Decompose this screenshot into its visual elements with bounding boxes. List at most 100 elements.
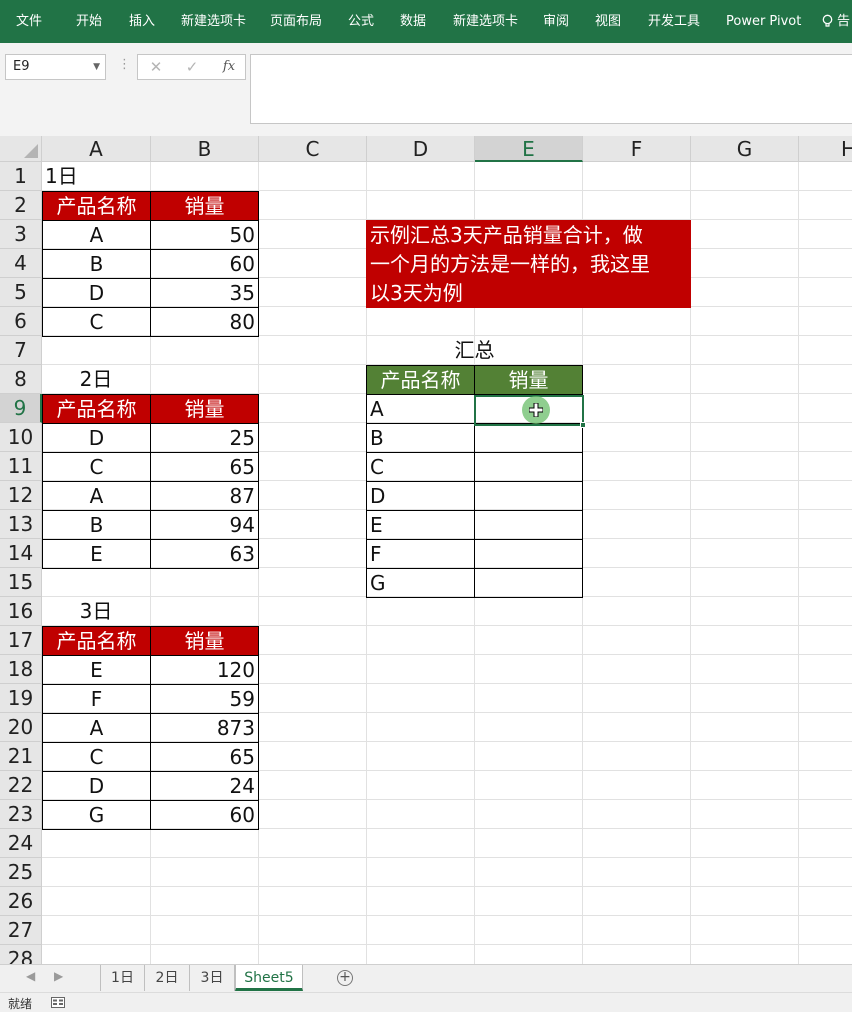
cell-b17-header[interactable]: 销量 bbox=[150, 626, 259, 656]
tab-page-layout[interactable]: 页面布局 bbox=[270, 0, 322, 43]
row-header-3[interactable]: 3 bbox=[0, 220, 42, 249]
cell-a1-day1-label[interactable]: 1日 bbox=[42, 162, 150, 191]
cell-d11[interactable]: C bbox=[366, 452, 475, 482]
cell-a6[interactable]: C bbox=[42, 307, 151, 337]
cell-b5[interactable]: 35 bbox=[150, 278, 259, 308]
row-header-27[interactable]: 27 bbox=[0, 916, 42, 945]
cell-b18[interactable]: 120 bbox=[150, 655, 259, 685]
cell-a4[interactable]: B bbox=[42, 249, 151, 279]
select-all-button[interactable] bbox=[0, 136, 42, 162]
cell-b19[interactable]: 59 bbox=[150, 684, 259, 714]
insert-function-icon[interactable]: fx bbox=[217, 55, 241, 79]
cell-a8-day2-label[interactable]: 2日 bbox=[42, 365, 150, 394]
cell-e15[interactable] bbox=[474, 568, 583, 598]
row-header-7[interactable]: 7 bbox=[0, 336, 42, 365]
cell-d9[interactable]: A bbox=[366, 394, 475, 424]
cell-b12[interactable]: 87 bbox=[150, 481, 259, 511]
row-header-24[interactable]: 24 bbox=[0, 829, 42, 858]
cell-e10[interactable] bbox=[474, 423, 583, 453]
row-header-10[interactable]: 10 bbox=[0, 423, 42, 452]
cell-b2-header[interactable]: 销量 bbox=[150, 191, 259, 221]
cell-e12[interactable] bbox=[474, 481, 583, 511]
cell-e13[interactable] bbox=[474, 510, 583, 540]
enter-icon[interactable]: ✓ bbox=[180, 55, 204, 79]
cell-e8-header[interactable]: 销量 bbox=[474, 365, 583, 395]
row-header-16[interactable]: 16 bbox=[0, 597, 42, 626]
cell-a17-header[interactable]: 产品名称 bbox=[42, 626, 151, 656]
row-header-14[interactable]: 14 bbox=[0, 539, 42, 568]
column-header-g[interactable]: G bbox=[691, 136, 799, 162]
tab-view[interactable]: 视图 bbox=[595, 0, 621, 43]
tab-home[interactable]: 开始 bbox=[76, 0, 102, 43]
cell-a9-header[interactable]: 产品名称 bbox=[42, 394, 151, 424]
cell-b4[interactable]: 60 bbox=[150, 249, 259, 279]
cell-b20[interactable]: 873 bbox=[150, 713, 259, 743]
sheet-nav-prev-icon[interactable]: ◀ bbox=[26, 969, 35, 983]
cell-a22[interactable]: D bbox=[42, 771, 151, 801]
cell-b13[interactable]: 94 bbox=[150, 510, 259, 540]
tell-me[interactable]: 告 bbox=[822, 0, 850, 43]
sheet-tab-day2[interactable]: 2日 bbox=[145, 965, 190, 991]
tab-file[interactable]: 文件 bbox=[16, 0, 42, 43]
tab-insert[interactable]: 插入 bbox=[129, 0, 155, 43]
chevron-down-icon[interactable]: ▼ bbox=[93, 55, 100, 79]
column-header-a[interactable]: A bbox=[42, 136, 151, 162]
formula-input[interactable] bbox=[250, 54, 852, 124]
row-header-23[interactable]: 23 bbox=[0, 800, 42, 829]
column-header-b[interactable]: B bbox=[151, 136, 259, 162]
cell-a21[interactable]: C bbox=[42, 742, 151, 772]
cell-a19[interactable]: F bbox=[42, 684, 151, 714]
row-header-8[interactable]: 8 bbox=[0, 365, 42, 394]
column-header-c[interactable]: C bbox=[259, 136, 367, 162]
cancel-icon[interactable]: ✕ bbox=[144, 55, 168, 79]
row-header-19[interactable]: 19 bbox=[0, 684, 42, 713]
row-header-6[interactable]: 6 bbox=[0, 307, 42, 336]
cell-a20[interactable]: A bbox=[42, 713, 151, 743]
cell-a14[interactable]: E bbox=[42, 539, 151, 569]
cell-d10[interactable]: B bbox=[366, 423, 475, 453]
tab-power-pivot[interactable]: Power Pivot bbox=[726, 0, 801, 43]
tab-data[interactable]: 数据 bbox=[400, 0, 426, 43]
row-header-9[interactable]: 9 bbox=[0, 394, 42, 423]
tab-developer[interactable]: 开发工具 bbox=[648, 0, 700, 43]
cell-a16-day3-label[interactable]: 3日 bbox=[42, 597, 150, 626]
cell-a2-header[interactable]: 产品名称 bbox=[42, 191, 151, 221]
row-header-22[interactable]: 22 bbox=[0, 771, 42, 800]
row-header-18[interactable]: 18 bbox=[0, 655, 42, 684]
cell-a3[interactable]: A bbox=[42, 220, 151, 250]
cell-a12[interactable]: A bbox=[42, 481, 151, 511]
macro-recording-icon[interactable] bbox=[51, 997, 65, 1008]
cell-a5[interactable]: D bbox=[42, 278, 151, 308]
sheet-tab-sheet5[interactable]: Sheet5 bbox=[235, 965, 303, 991]
cell-d8-header[interactable]: 产品名称 bbox=[366, 365, 475, 395]
cell-b3[interactable]: 50 bbox=[150, 220, 259, 250]
worksheet-grid[interactable]: A B C D E F G H 1 2 3 4 5 6 7 8 9 10 11 … bbox=[0, 136, 852, 964]
cell-b10[interactable]: 25 bbox=[150, 423, 259, 453]
row-header-11[interactable]: 11 bbox=[0, 452, 42, 481]
cell-a11[interactable]: C bbox=[42, 452, 151, 482]
row-header-4[interactable]: 4 bbox=[0, 249, 42, 278]
cell-b14[interactable]: 63 bbox=[150, 539, 259, 569]
sheet-tab-day3[interactable]: 3日 bbox=[190, 965, 235, 991]
column-header-e[interactable]: E bbox=[475, 136, 583, 162]
tab-new-2[interactable]: 新建选项卡 bbox=[453, 0, 518, 43]
row-header-21[interactable]: 21 bbox=[0, 742, 42, 771]
tab-new-1[interactable]: 新建选项卡 bbox=[181, 0, 246, 43]
summary-title[interactable]: 汇总 bbox=[366, 336, 583, 365]
tab-formulas[interactable]: 公式 bbox=[348, 0, 374, 43]
cell-a10[interactable]: D bbox=[42, 423, 151, 453]
cell-d12[interactable]: D bbox=[366, 481, 475, 511]
row-header-12[interactable]: 12 bbox=[0, 481, 42, 510]
row-header-28[interactable]: 28 bbox=[0, 945, 42, 964]
cell-b6[interactable]: 80 bbox=[150, 307, 259, 337]
column-header-f[interactable]: F bbox=[583, 136, 691, 162]
instruction-note[interactable]: 示例汇总3天产品销量合计，做 一个月的方法是一样的，我这里 以3天为例 bbox=[366, 220, 691, 308]
cell-d13[interactable]: E bbox=[366, 510, 475, 540]
row-header-13[interactable]: 13 bbox=[0, 510, 42, 539]
cell-a18[interactable]: E bbox=[42, 655, 151, 685]
row-header-15[interactable]: 15 bbox=[0, 568, 42, 597]
row-header-20[interactable]: 20 bbox=[0, 713, 42, 742]
cell-d15[interactable]: G bbox=[366, 568, 475, 598]
cell-a23[interactable]: G bbox=[42, 800, 151, 830]
cell-b9-header[interactable]: 销量 bbox=[150, 394, 259, 424]
